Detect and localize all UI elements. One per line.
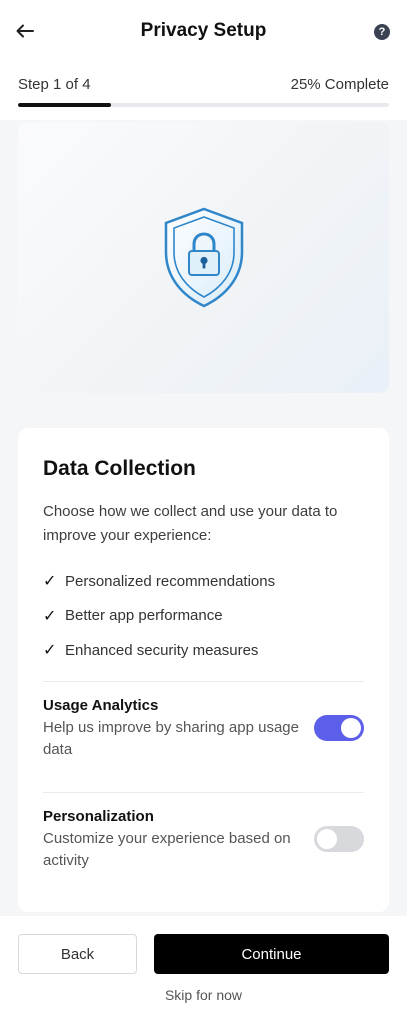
shield-lock-icon: [164, 207, 243, 307]
setting-description: Help us improve by sharing app usage dat…: [43, 719, 299, 758]
back-button[interactable]: Back: [18, 934, 137, 974]
benefits-list: ✓ Personalized recommendations ✓ Better …: [43, 564, 275, 668]
personalization-toggle[interactable]: [314, 826, 364, 852]
benefit-label: Better app performance: [65, 607, 223, 625]
benefit-item: ✓ Personalized recommendations: [43, 564, 275, 599]
setting-title: Usage Analytics: [43, 697, 159, 714]
help-icon[interactable]: ?: [374, 24, 390, 40]
step-row: Step 1 of 4 25% Complete: [18, 76, 389, 93]
checkmark-icon: ✓: [43, 573, 57, 591]
skip-link[interactable]: Skip for now: [0, 987, 407, 1003]
benefit-item: ✓ Better app performance: [43, 599, 275, 634]
privacy-setup-screen: Privacy Setup ? Step 1 of 4 25% Complete: [0, 0, 407, 1024]
benefit-label: Personalized recommendations: [65, 572, 276, 590]
divider: [43, 792, 364, 793]
personalization-setting: Personalization Customize your experienc…: [43, 808, 364, 872]
header: Privacy Setup ? Step 1 of 4 25% Complete: [0, 0, 407, 120]
usage-analytics-toggle[interactable]: [314, 715, 364, 741]
continue-button[interactable]: Continue: [154, 934, 389, 974]
data-collection-card: Data Collection Choose how we collect an…: [18, 428, 389, 912]
hero-illustration: [18, 122, 389, 393]
footer: Back Continue Skip for now: [0, 916, 407, 1024]
toggle-knob: [341, 718, 361, 738]
setting-description: Customize your experience based on activ…: [43, 830, 291, 869]
toggle-knob: [317, 829, 337, 849]
divider: [43, 681, 364, 682]
card-description: Choose how we collect and use your data …: [43, 503, 338, 544]
usage-analytics-setting: Usage Analytics Help us improve by shari…: [43, 697, 364, 761]
page-title: Privacy Setup: [140, 20, 267, 41]
setting-title: Personalization: [43, 808, 154, 825]
checkmark-icon: ✓: [43, 642, 57, 660]
complete-label: 25% Complete: [290, 76, 389, 93]
checkmark-icon: ✓: [43, 607, 57, 625]
progress-bar: [18, 103, 389, 107]
card-title: Data Collection: [43, 457, 196, 480]
step-label: Step 1 of 4: [18, 76, 91, 93]
progress-fill: [18, 103, 111, 107]
benefit-item: ✓ Enhanced security measures: [43, 633, 275, 668]
benefit-label: Enhanced security measures: [65, 641, 259, 659]
